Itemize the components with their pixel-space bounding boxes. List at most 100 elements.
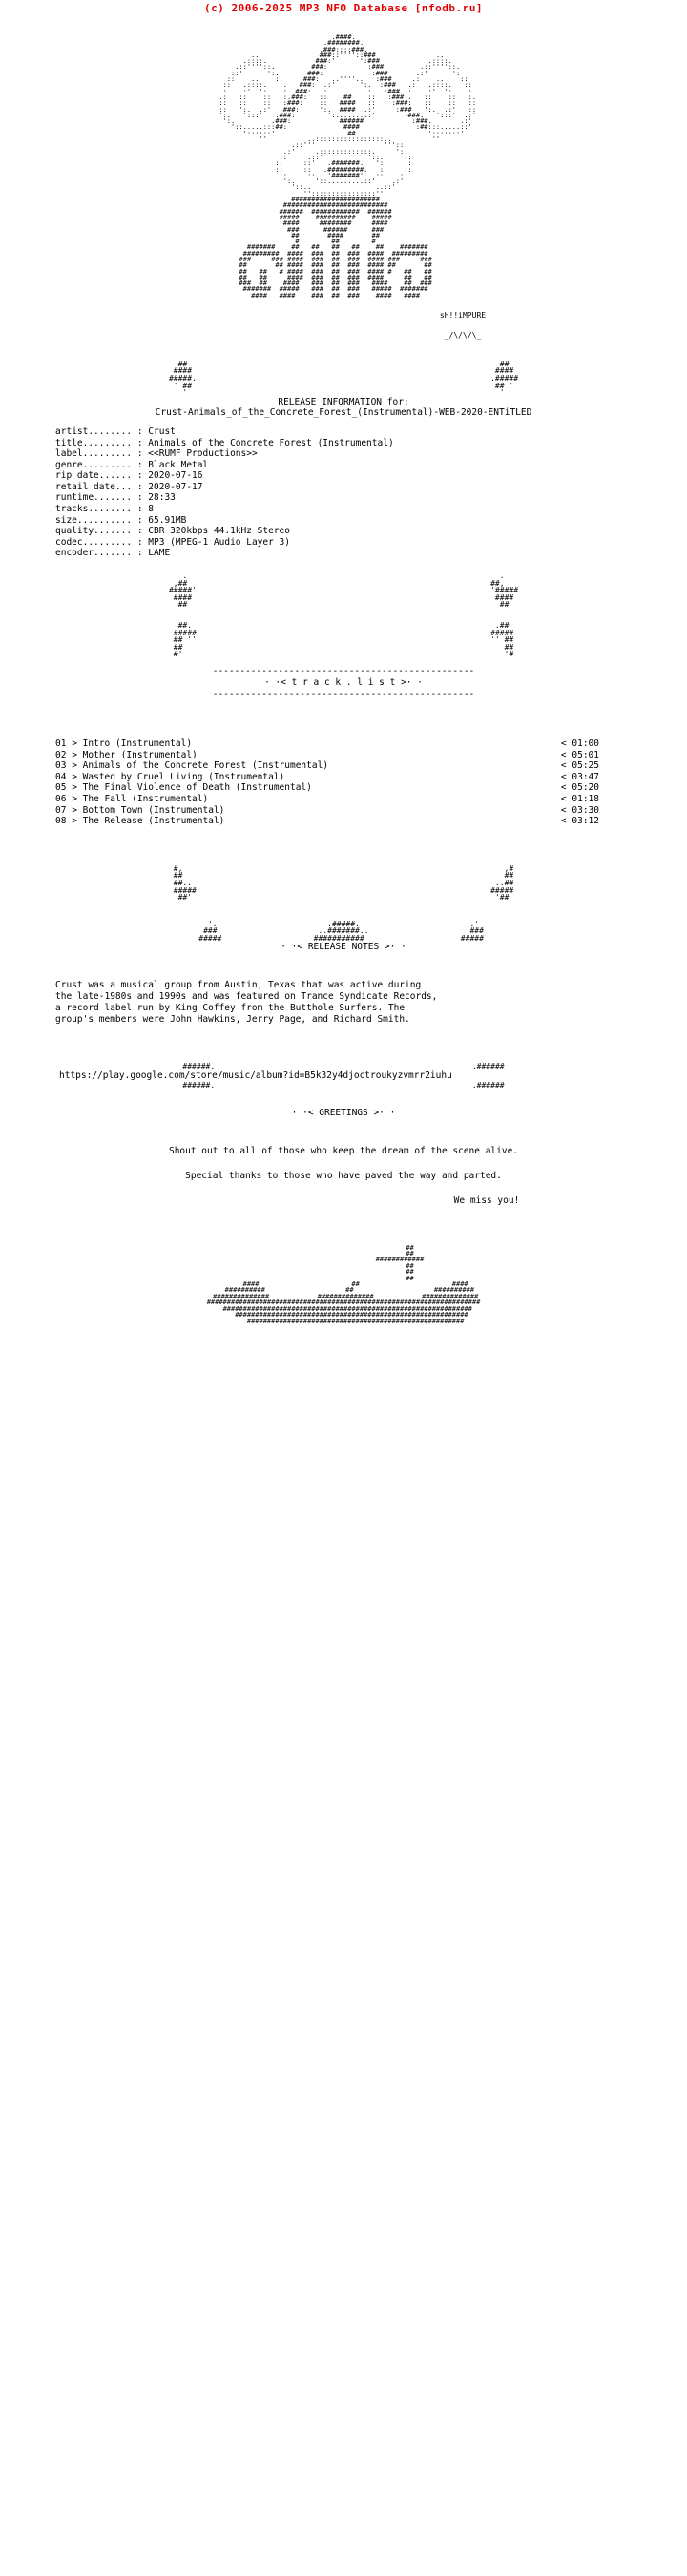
- release-field-runtime: runtime....... : 28:33: [55, 492, 687, 504]
- track-title: The Fall (Instrumental): [82, 793, 209, 804]
- release-notes-section: '. .#####. .' ### ..#######.. ### ##### …: [0, 919, 687, 1090]
- greetings-section: · ·< GREETINGS >· · Shout out to all of …: [0, 1108, 687, 1206]
- release-field-rip-date-label: rip date......: [55, 470, 133, 482]
- track-title: Wasted by Cruel Living (Instrumental): [82, 771, 285, 782]
- track-arrow-icon: >: [72, 760, 77, 772]
- release-field-genre-label: genre.........: [55, 459, 133, 470]
- track-row: 03 > Animals of the Concrete Forest (Ins…: [0, 760, 687, 772]
- release-field-rip-date: rip date...... : 2020-07-16: [55, 470, 687, 482]
- track-list-section: ##. .## ##### ##### ## '' '' ## ## ## #'…: [0, 622, 687, 902]
- release-notes-line: the late-1980s and 1990s and was feature…: [55, 991, 438, 1003]
- release-field-size-value: 65.91MB: [148, 514, 187, 526]
- notes-divider: ######. .######: [182, 1062, 505, 1071]
- track-arrow-icon: >: [72, 793, 77, 804]
- track-arrow-icon: >: [72, 782, 77, 794]
- nfo-database-header: (c) 2006-2025 MP3 NFO Database [nfodb.ru…: [203, 2, 484, 14]
- track-number: 05: [55, 782, 67, 794]
- track-duration: 05:25: [572, 760, 599, 772]
- release-field-encoder-value: LAME: [148, 548, 171, 559]
- release-field-runtime-sep: :: [136, 492, 143, 504]
- track-number: 04: [55, 771, 67, 782]
- track-duration: 03:47: [572, 771, 599, 782]
- release-field-artist-value: Crust: [148, 426, 176, 437]
- release-field-artist-label: artist........: [55, 426, 133, 437]
- track-duration: 03:12: [572, 816, 599, 827]
- release-field-title: title......... : Animals of the Concrete…: [55, 438, 687, 449]
- release-field-rip-date-value: 2020-07-16: [148, 470, 203, 482]
- track-duration: 05:01: [572, 749, 599, 760]
- release-field-retail-date-label: retail date...: [55, 481, 133, 492]
- track-number: 07: [55, 804, 67, 816]
- track-duration: 03:30: [572, 804, 599, 816]
- release-field-tracks-value: 8: [148, 504, 155, 515]
- track-row: 04 > Wasted by Cruel Living (Instrumenta…: [0, 772, 687, 783]
- frame-top-border-info: ## ## #### #### #####. .##### ' ## ## ' …: [168, 359, 519, 398]
- release-field-artist-sep: :: [136, 426, 143, 437]
- track-bracket-icon: <: [560, 793, 567, 804]
- track-duration: 05:20: [572, 782, 599, 794]
- release-notes-line: Crust was a musical group from Austin, T…: [55, 980, 422, 991]
- release-field-encoder: encoder....... : LAME: [55, 548, 687, 559]
- track-arrow-icon: >: [72, 816, 77, 827]
- release-field-quality-sep: :: [136, 526, 143, 537]
- release-field-artist: artist........ : Crust: [55, 426, 687, 438]
- release-field-size: size.......... : 65.91MB: [55, 515, 687, 527]
- release-field-rip-date-sep: :: [136, 470, 143, 482]
- release-field-title-value: Animals of the Concrete Forest (Instrume…: [148, 437, 394, 448]
- track-row: 02 > Mother (Instrumental) < 05:01: [0, 750, 687, 761]
- ascii-art-logo: .####. .########. .###::::###. .. ###::'…: [0, 17, 687, 301]
- track-bracket-icon: <: [560, 760, 567, 772]
- track-bracket-icon: <: [560, 771, 567, 782]
- release-field-label-label: label.........: [55, 448, 133, 460]
- release-information-heading: RELEASE INFORMATION for:: [278, 396, 409, 407]
- release-field-encoder-label: encoder.......: [55, 548, 133, 559]
- greetings-line: Shout out to all of those who keep the d…: [168, 1146, 519, 1157]
- track-title: Animals of the Concrete Forest (Instrume…: [82, 760, 329, 772]
- frame-bottom-border-tracklist: #, ,# ## ## ##.. ..## ##### ##### ##' '#…: [173, 863, 514, 903]
- release-fields-table: artist........ : Crust title......... : …: [0, 426, 687, 559]
- ascii-art-glyphs: .####. .########. .###::::###. .. ###::'…: [219, 33, 477, 300]
- frame-top-border-notes: '. .#####. .' ### ..#######.. ### ##### …: [198, 919, 484, 943]
- release-field-label: label......... : <<RUMF Productions>>: [55, 448, 687, 460]
- release-field-codec-value: MP3 (MPEG-1 Audio Layer 3): [148, 536, 290, 548]
- track-row: 07 > Bottom Town (Instrumental) < 03:30: [0, 805, 687, 817]
- track-arrow-icon: >: [72, 737, 77, 749]
- release-information-section: ## ## #### #### #####. .##### ' ## ## ' …: [0, 359, 687, 609]
- url-divider: ######. .######: [182, 1080, 505, 1090]
- artist-signature-decor: _/\/\/\_: [444, 330, 482, 340]
- release-field-runtime-label: runtime.......: [55, 492, 133, 504]
- release-field-tracks: tracks........ : 8: [55, 504, 687, 515]
- track-number: 06: [55, 793, 67, 804]
- track-bracket-icon: <: [560, 749, 567, 760]
- release-field-size-label: size..........: [55, 514, 133, 526]
- track-number: 02: [55, 749, 67, 760]
- track-row: 08 > The Release (Instrumental) < 03:12: [0, 816, 687, 827]
- release-field-runtime-value: 28:33: [148, 492, 176, 504]
- footer-ascii-art: ## ## ############ ## ## ## #### ## ####…: [206, 1243, 481, 1325]
- track-row: 06 > The Fall (Instrumental) < 01:18: [0, 794, 687, 805]
- greetings-line: Special thanks to those who have paved t…: [185, 1171, 502, 1182]
- release-field-size-sep: :: [136, 514, 143, 526]
- release-field-quality-value: CBR 320kbps 44.1kHz Stereo: [148, 526, 290, 537]
- greetings-heading: · ·< GREETINGS >· ·: [291, 1108, 396, 1119]
- track-arrow-icon: >: [72, 804, 77, 816]
- track-arrow-icon: >: [72, 771, 77, 782]
- release-field-retail-date-sep: :: [136, 481, 143, 492]
- track-arrow-icon: >: [72, 749, 77, 760]
- artist-signature-line: sH!!iMPURE: [0, 303, 687, 322]
- release-field-title-sep: :: [136, 437, 143, 448]
- nfo-page: (c) 2006-2025 MP3 NFO Database [nfodb.ru…: [0, 0, 687, 2576]
- track-list-rows: 01 > Intro (Instrumental) < 01:00 02 > Mo…: [0, 738, 687, 827]
- track-bracket-icon: <: [560, 816, 567, 827]
- release-field-retail-date: retail date... : 2020-07-17: [55, 482, 687, 493]
- track-row: 01 > Intro (Instrumental) < 01:00: [0, 738, 687, 750]
- track-title: Mother (Instrumental): [82, 749, 198, 760]
- release-field-tracks-label: tracks........: [55, 504, 133, 515]
- release-field-encoder-sep: :: [136, 548, 143, 559]
- release-notes-heading: · ·< RELEASE NOTES >· ·: [281, 942, 406, 953]
- frame-top-border-tracklist: ##. .## ##### ##### ## '' '' ## ## ## #'…: [173, 621, 514, 659]
- track-duration: 01:18: [572, 793, 599, 804]
- track-title: Bottom Town (Instrumental): [82, 804, 225, 816]
- release-field-genre-value: Black Metal: [148, 459, 209, 470]
- track-duration: 01:00: [572, 737, 599, 749]
